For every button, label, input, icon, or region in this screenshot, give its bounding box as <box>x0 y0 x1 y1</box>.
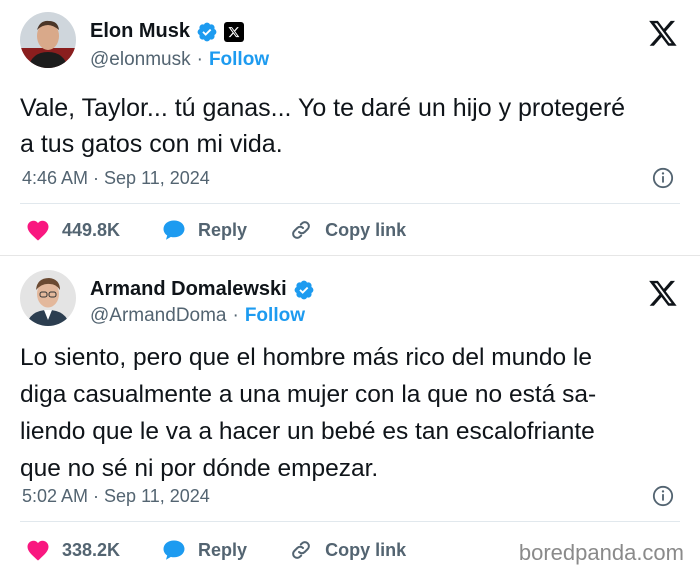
action-bar: 449.8K Reply Copy link <box>26 218 448 242</box>
tweet-text: Lo siento, pero que el hombre más rico d… <box>20 339 680 487</box>
handle[interactable]: @ArmandDoma <box>90 305 227 327</box>
reply-icon <box>163 540 185 560</box>
display-name[interactable]: Armand Domalewski <box>90 278 287 301</box>
tweet-text-line: Vale, Taylor... tú ganas... Yo te daré u… <box>20 94 626 122</box>
tweet-text-line: a tus gatos con mi vida. <box>20 130 283 158</box>
tweet-text-line: diga casualmente a una mujer con la que … <box>20 381 597 408</box>
copy-link-button[interactable]: Copy link <box>289 218 406 242</box>
x-logo-icon[interactable] <box>648 278 678 308</box>
timestamp[interactable]: 4:46 AM · Sep 11, 2024 <box>22 168 210 189</box>
avatar[interactable] <box>20 12 76 68</box>
copy-link-label: Copy link <box>325 219 407 240</box>
separator-dot: · <box>232 305 239 326</box>
separator-dot: · <box>196 49 203 70</box>
info-icon[interactable] <box>652 167 674 189</box>
avatar[interactable] <box>20 270 76 326</box>
x-affiliate-badge-icon <box>224 21 245 42</box>
watermark: boredpanda.com <box>518 540 684 565</box>
like-button[interactable]: 449.8K <box>26 219 120 241</box>
display-name[interactable]: Elon Musk <box>90 20 190 43</box>
reply-icon <box>163 220 185 240</box>
tweet-card: Elon Musk @elonmusk · Follow Vale, Taylo… <box>0 0 700 256</box>
timestamp[interactable]: 5:02 AM · Sep 11, 2024 <box>22 486 210 507</box>
like-count: 338.2K <box>62 539 121 560</box>
link-icon <box>292 221 310 239</box>
heart-icon <box>27 540 49 561</box>
tweet-text: Vale, Taylor... tú ganas... Yo te daré u… <box>20 90 680 162</box>
reply-label: Reply <box>198 219 248 240</box>
tweet-text-line: que no sé ni por dónde empezar. <box>20 455 379 482</box>
follow-button[interactable]: Follow <box>245 305 305 327</box>
tweet-text-line: liendo que le va a hacer un bebé es tan … <box>20 418 595 445</box>
copy-link-button[interactable]: Copy link <box>289 538 406 562</box>
tweet-text-line: Lo siento, pero que el hombre más rico d… <box>20 344 592 371</box>
copy-link-label: Copy link <box>325 539 407 560</box>
follow-button[interactable]: Follow <box>209 49 269 71</box>
tweet-card: Armand Domalewski @ArmandDoma · Follow L… <box>0 256 700 576</box>
handle[interactable]: @elonmusk <box>90 49 191 71</box>
reply-label: Reply <box>198 539 248 560</box>
reply-button[interactable]: Reply <box>162 539 247 561</box>
divider <box>20 521 680 522</box>
info-icon[interactable] <box>652 485 674 507</box>
x-logo-icon[interactable] <box>648 18 678 48</box>
divider <box>20 203 680 204</box>
like-count: 449.8K <box>62 219 121 240</box>
reply-button[interactable]: Reply <box>162 219 247 241</box>
action-bar: 338.2K Reply Copy link <box>26 538 448 562</box>
like-button[interactable]: 338.2K <box>26 539 120 561</box>
heart-icon <box>27 220 49 241</box>
link-icon <box>292 541 310 559</box>
verified-badge-icon <box>197 22 217 41</box>
verified-badge-icon <box>294 280 314 299</box>
